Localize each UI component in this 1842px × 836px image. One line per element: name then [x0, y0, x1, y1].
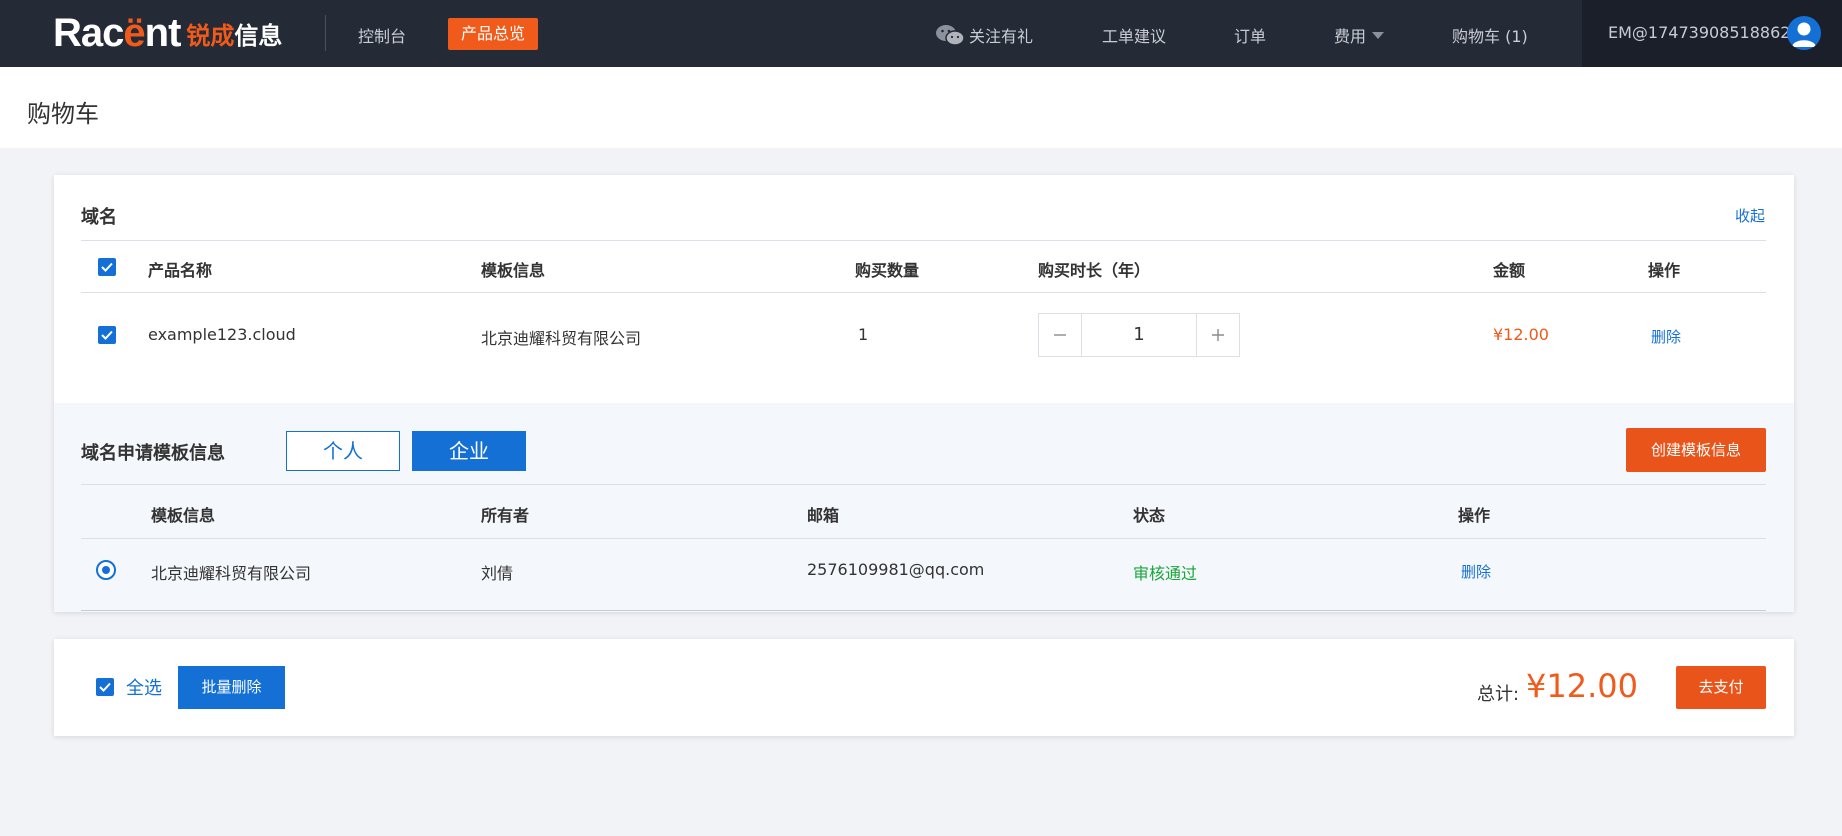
- checkout-bar: 全选 批量删除 总计: ¥12.00 去支付: [54, 639, 1794, 736]
- divider: [81, 240, 1766, 241]
- nav-product-overview-button[interactable]: 产品总览: [448, 18, 539, 50]
- owner-email: 2576109981@qq.com: [807, 560, 985, 579]
- template-name: 北京迪耀科贸有限公司: [481, 329, 642, 348]
- page-title: 购物车: [27, 100, 99, 128]
- divider: [81, 292, 1766, 293]
- check-icon: [99, 682, 111, 692]
- create-template-button[interactable]: 创建模板信息: [1626, 428, 1766, 472]
- nav-fees-label: 费用: [1334, 27, 1367, 46]
- chevron-down-icon: [1372, 31, 1385, 39]
- decrement-button[interactable]: [1039, 314, 1082, 356]
- tab-company[interactable]: 企业: [412, 431, 526, 471]
- quantity-value: 1: [858, 325, 869, 344]
- user-icon: [1792, 22, 1816, 47]
- owner-name: 刘倩: [481, 564, 514, 583]
- col-template-info: 模板信息: [481, 261, 546, 280]
- nav-cart-link[interactable]: 购物车 (1): [1452, 23, 1528, 47]
- logo-chinese-name: 锐成信息: [186, 21, 283, 50]
- duration-stepper: 1: [1038, 313, 1240, 357]
- logo-wordmark: Racënt: [53, 10, 181, 55]
- plus-icon: [1212, 329, 1224, 341]
- nav-follow-label: 关注有礼: [969, 27, 1034, 46]
- select-all-label[interactable]: 全选: [126, 674, 162, 700]
- col-product-name: 产品名称: [148, 261, 213, 280]
- row-select-checkbox[interactable]: [98, 326, 116, 344]
- user-menu[interactable]: EM@17473908518862: [1582, 0, 1842, 67]
- status-badge: 审核通过: [1133, 564, 1198, 583]
- divider: [81, 484, 1766, 485]
- nav-orders-link[interactable]: 订单: [1234, 23, 1266, 47]
- nav-follow-link[interactable]: 关注有礼: [935, 23, 1033, 47]
- col-status: 状态: [1133, 506, 1166, 525]
- col-amount: 金额: [1493, 261, 1526, 280]
- check-icon: [101, 330, 113, 340]
- batch-delete-button[interactable]: 批量删除: [178, 666, 285, 709]
- minus-icon: [1054, 334, 1066, 336]
- duration-input[interactable]: 1: [1082, 314, 1196, 356]
- user-account-name: EM@17473908518862: [1608, 23, 1791, 42]
- wechat-icon: [936, 25, 965, 46]
- divider: [81, 610, 1766, 611]
- template-radio[interactable]: [96, 560, 116, 580]
- col-email: 邮箱: [807, 506, 840, 525]
- check-icon: [101, 262, 113, 272]
- header-select-checkbox[interactable]: [98, 258, 116, 276]
- nav-console-link[interactable]: 控制台: [358, 23, 406, 47]
- domain-section-title: 域名: [81, 207, 117, 228]
- page-header: 购物车: [0, 67, 1842, 148]
- avatar[interactable]: [1787, 16, 1821, 50]
- col-quantity: 购买数量: [855, 261, 920, 280]
- template-section-title: 域名申请模板信息: [81, 443, 225, 464]
- row-amount: ¥12.00: [1493, 325, 1549, 344]
- col-owner: 所有者: [481, 506, 530, 525]
- template-section: 域名申请模板信息 个人 企业 创建模板信息 模板信息 所有者 邮箱 状态 操作 …: [54, 403, 1794, 612]
- template-delete-link[interactable]: 删除: [1461, 561, 1491, 582]
- top-navbar: Racënt 锐成信息 控制台 产品总览 关注有礼 工单建议 订单 费用 购物车…: [0, 0, 1842, 67]
- collapse-link[interactable]: 收起: [1735, 205, 1765, 226]
- pay-button[interactable]: 去支付: [1676, 666, 1766, 709]
- col-duration: 购买时长（年）: [1038, 261, 1151, 280]
- nav-divider: [325, 15, 326, 51]
- col-action: 操作: [1458, 506, 1491, 525]
- cart-card: 域名 收起 产品名称 模板信息 购买数量 购买时长（年） 金额 操作 examp…: [54, 175, 1794, 612]
- racent-logo[interactable]: Racënt 锐成信息: [53, 10, 283, 55]
- nav-ticket-link[interactable]: 工单建议: [1102, 23, 1166, 47]
- increment-button[interactable]: [1196, 314, 1239, 356]
- tab-personal[interactable]: 个人: [286, 431, 400, 471]
- nav-fees-dropdown[interactable]: 费用: [1334, 23, 1385, 47]
- template-name: 北京迪耀科贸有限公司: [151, 564, 312, 583]
- product-name: example123.cloud: [148, 325, 296, 344]
- select-all-checkbox[interactable]: [96, 678, 114, 696]
- col-template-info: 模板信息: [151, 506, 216, 525]
- row-delete-link[interactable]: 删除: [1651, 326, 1681, 347]
- total-label: 总计:: [1477, 684, 1520, 705]
- total-amount: ¥12.00: [1526, 667, 1638, 705]
- col-action: 操作: [1648, 261, 1681, 280]
- divider: [81, 538, 1766, 539]
